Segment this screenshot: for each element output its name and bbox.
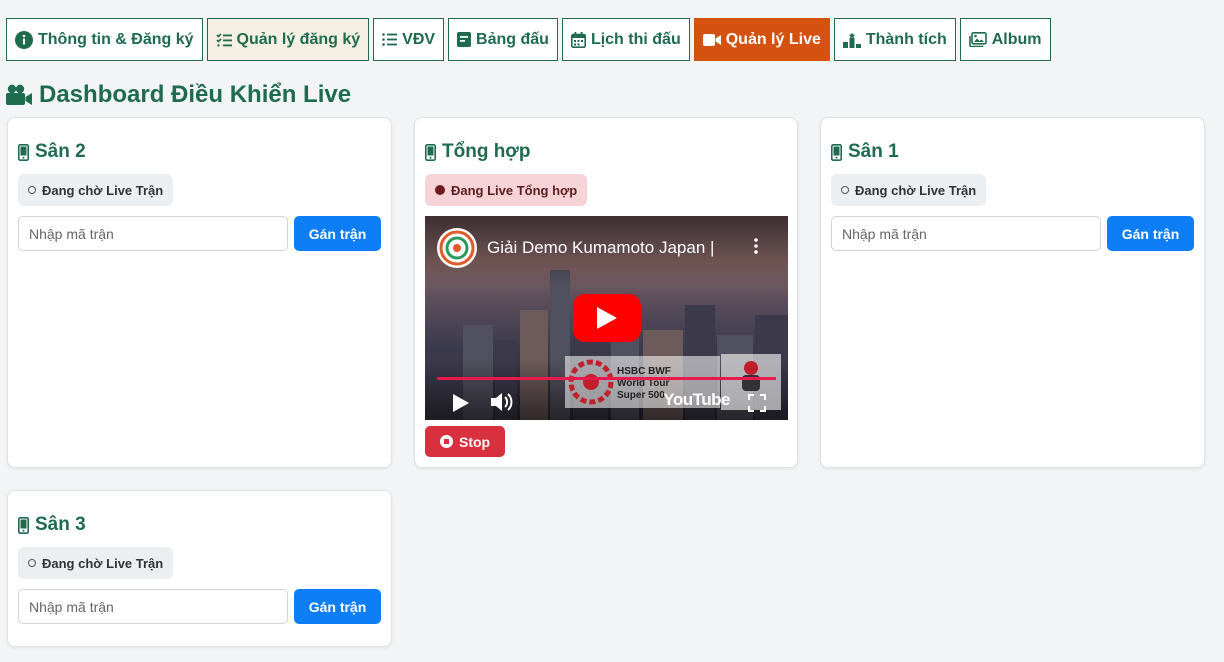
mobile-phone-icon — [18, 516, 29, 534]
status-badge: Đang chờ Live Trận — [831, 174, 987, 206]
video-progress-bar[interactable] — [437, 377, 776, 380]
assign-row: Gán trận — [831, 216, 1194, 251]
images-icon — [968, 32, 987, 47]
tab-label: Thành tích — [865, 30, 947, 48]
video-camera-icon — [6, 84, 32, 105]
mobile-phone-icon — [18, 143, 29, 161]
tab-label: Thông tin & Đăng ký — [38, 30, 194, 48]
match-code-input[interactable] — [18, 589, 288, 624]
video-camera-icon — [702, 33, 721, 46]
court-card-san-3: Sân 3 Đang chờ Live Trận Gán trận — [7, 490, 392, 647]
bwf-logo-icon — [568, 359, 614, 405]
tab-label: Quản lý Live — [725, 30, 821, 48]
page-title-text: Dashboard Điều Khiển Live — [39, 81, 352, 108]
assign-match-button[interactable]: Gán trận — [294, 589, 381, 624]
court-title: Tổng hợp — [425, 140, 787, 164]
tab-registration-management[interactable]: Quản lý đăng ký — [206, 18, 370, 61]
tab-label: VĐV — [402, 30, 436, 48]
tab-achievements[interactable]: Thành tích — [833, 18, 956, 61]
checklist-icon — [215, 32, 232, 47]
youtube-player[interactable]: Giải Demo Kumamoto Japan | HSBC BWF Worl… — [425, 216, 788, 420]
bracket-icon — [457, 32, 472, 47]
assign-match-button[interactable]: Gán trận — [294, 216, 381, 251]
play-button[interactable] — [573, 294, 641, 342]
stop-live-button[interactable]: Stop — [425, 426, 506, 457]
volume-icon[interactable] — [491, 392, 513, 412]
info-circle-icon — [15, 30, 33, 49]
main-tabs: Thông tin & Đăng ký Quản lý đăng ký VĐV … — [6, 18, 1051, 61]
fullscreen-icon[interactable] — [748, 394, 766, 412]
play-icon[interactable] — [453, 394, 469, 412]
tab-label: Quản lý đăng ký — [236, 30, 361, 48]
tab-info-registration[interactable]: Thông tin & Đăng ký — [6, 18, 203, 61]
page-title: Dashboard Điều Khiển Live — [6, 80, 351, 110]
court-card-san-2: Sân 2 Đang chờ Live Trận Gán trận — [7, 117, 392, 468]
match-code-input[interactable] — [18, 216, 288, 251]
circle-outline-icon — [28, 559, 36, 567]
tab-label: Lịch thi đấu — [590, 30, 681, 48]
tab-bracket[interactable]: Bảng đấu — [448, 18, 558, 61]
mobile-phone-icon — [425, 143, 436, 161]
court-title: Sân 1 — [831, 140, 1194, 164]
more-vert-icon[interactable] — [754, 238, 758, 254]
tab-athletes[interactable]: VĐV — [373, 18, 445, 61]
court-card-tong-hop: Tổng hợp Đang Live Tổng hợp Giải Demo Ku… — [414, 117, 798, 468]
live-status-badge: Đang Live Tổng hợp — [425, 174, 588, 206]
court-card-san-1: Sân 1 Đang chờ Live Trận Gán trận — [820, 117, 1205, 468]
tab-album[interactable]: Album — [959, 18, 1051, 61]
court-title: Sân 3 — [18, 513, 381, 537]
video-title[interactable]: Giải Demo Kumamoto Japan | — [487, 238, 714, 258]
assign-row: Gán trận — [18, 216, 381, 251]
circle-outline-icon — [841, 186, 849, 194]
tab-label: Album — [991, 30, 1042, 48]
live-dot-icon — [435, 185, 445, 195]
youtube-logo[interactable]: YouTube — [663, 390, 730, 410]
channel-logo-icon[interactable] — [437, 228, 477, 268]
assign-match-button[interactable]: Gán trận — [1107, 216, 1194, 251]
circle-outline-icon — [28, 186, 36, 194]
status-badge: Đang chờ Live Trận — [18, 174, 174, 206]
status-badge: Đang chờ Live Trận — [18, 547, 174, 579]
tab-schedule[interactable]: Lịch thi đấu — [561, 18, 690, 61]
mobile-phone-icon — [831, 143, 842, 161]
tab-live-management[interactable]: Quản lý Live — [693, 18, 830, 61]
tab-label: Bảng đấu — [476, 30, 549, 48]
list-icon — [382, 33, 398, 46]
stop-circle-icon — [440, 435, 453, 448]
court-title: Sân 2 — [18, 140, 381, 164]
play-icon — [597, 307, 617, 329]
assign-row: Gán trận — [18, 589, 381, 624]
calendar-icon — [570, 31, 586, 48]
match-code-input[interactable] — [831, 216, 1101, 251]
podium-icon — [842, 32, 861, 48]
